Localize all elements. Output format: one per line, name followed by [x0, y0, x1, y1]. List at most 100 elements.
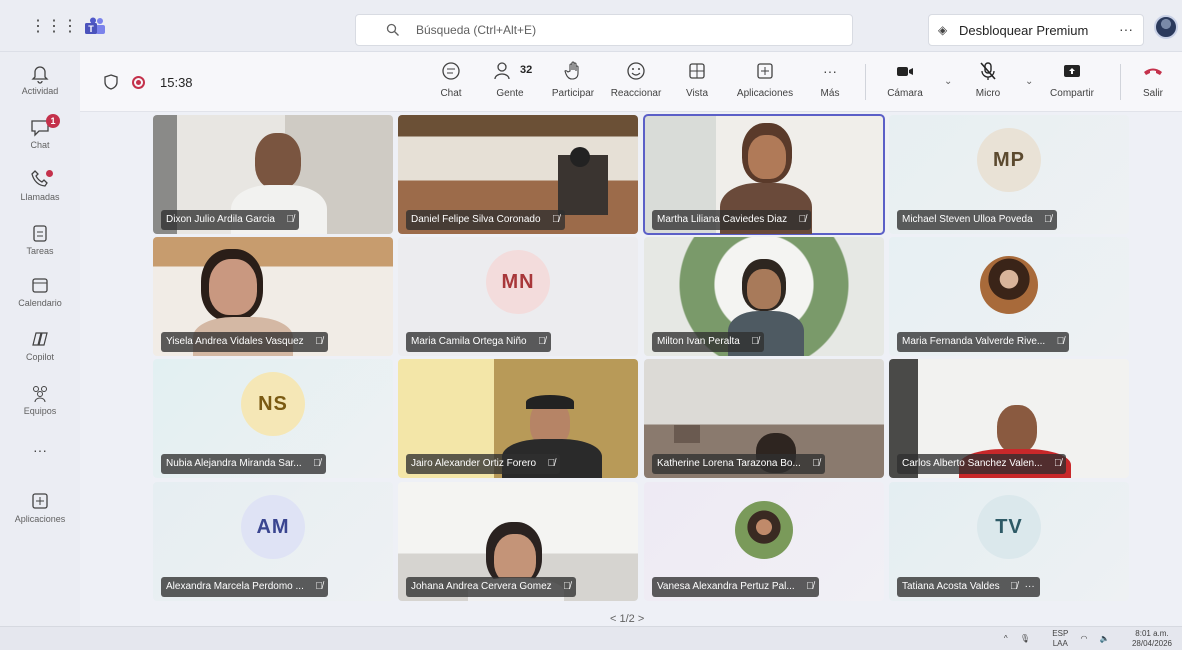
camera-label: Cámara — [887, 88, 923, 99]
mic-muted-icon: 🎙̸ — [286, 214, 294, 225]
view-label: Vista — [685, 88, 709, 99]
leave-label: Salir — [1142, 88, 1163, 99]
mic-button[interactable]: Micro — [968, 60, 1008, 106]
share-button[interactable]: Compartir — [1042, 60, 1102, 106]
video-tile[interactable]: NS Nubia Alejandra Miranda Sar... 🎙̸ — [153, 359, 393, 478]
mic-muted-icon: 🎙̸ — [538, 336, 546, 347]
mic-muted-icon — [980, 62, 996, 80]
meeting-timer: 15:38 — [160, 75, 193, 90]
video-tile-speaking[interactable]: Martha Liliana Caviedes Diaz 🎙̸ — [643, 114, 885, 235]
missed-call-dot — [46, 170, 53, 177]
wifi-icon[interactable]: ◠ — [1081, 634, 1088, 643]
react-button[interactable]: Reaccionar — [606, 60, 666, 106]
rail-item-copilot[interactable]: Copilot — [0, 324, 80, 374]
participant-name: Michael Steven Ulloa Poveda 🎙̸ — [897, 210, 1057, 230]
participant-name: Maria Camila Ortega Niño 🎙̸ — [406, 332, 551, 352]
toolbar-divider — [1120, 64, 1121, 100]
camera-options-chevron-icon[interactable]: ⌄ — [944, 76, 952, 87]
rail-item-chat[interactable]: 1 Chat — [0, 112, 80, 162]
video-tile[interactable]: Vanesa Alexandra Pertuz Pal... 🎙̸ — [644, 482, 884, 601]
mic-muted-icon: 🎙̸ — [812, 458, 820, 469]
participant-name-text: Vanesa Alexandra Pertuz Pal... — [657, 581, 795, 592]
raise-hand-button[interactable]: Participar — [546, 60, 600, 106]
teams-logo-icon[interactable]: T — [84, 17, 106, 35]
participant-name: Katherine Lorena Tarazona Bo... 🎙̸ — [652, 454, 825, 474]
mic-options-chevron-icon[interactable]: ⌄ — [1025, 76, 1033, 87]
apps-label: Aplicaciones — [736, 88, 794, 99]
participant-name: Milton Ivan Peralta 🎙̸ — [652, 332, 764, 352]
more-button[interactable]: ··· Más — [815, 60, 845, 106]
video-tile[interactable]: Dixon Julio Ardila Garcia 🎙̸ — [153, 115, 393, 234]
calendar-icon — [32, 278, 48, 293]
video-tile[interactable]: Milton Ivan Peralta 🎙̸ — [644, 237, 884, 356]
gallery-pager[interactable]: < 1/2 > — [610, 613, 644, 625]
search-placeholder: Búsqueda (Ctrl+Alt+E) — [416, 23, 537, 37]
mic-muted-icon: 🎙̸ — [806, 581, 814, 592]
rail-item-activity[interactable]: Actividad — [0, 58, 80, 108]
video-tile[interactable]: Johana Andrea Cervera Gomez 🎙̸ — [398, 482, 638, 601]
more-label: Más — [820, 88, 840, 99]
rail-item-more[interactable]: ··· — [0, 436, 80, 486]
mic-muted-icon: 🎙̸ — [315, 581, 323, 592]
video-tile[interactable]: MP Michael Steven Ulloa Poveda 🎙̸ — [889, 115, 1129, 234]
system-taskbar: ^ 🎙 ESP LAA ◠ 🔈 8:01 a.m. 28/04/2026 — [0, 626, 1182, 650]
participant-name-text: Katherine Lorena Tarazona Bo... — [657, 458, 801, 469]
participant-name-text: Michael Steven Ulloa Poveda — [902, 214, 1033, 225]
rail-item-apps[interactable]: Aplicaciones — [0, 486, 80, 536]
share-label: Compartir — [1050, 88, 1094, 99]
participant-name: Alexandra Marcela Perdomo ... 🎙̸ — [161, 577, 328, 597]
chat-button[interactable]: Chat — [436, 60, 466, 106]
bell-icon — [31, 66, 49, 84]
participant-name: Daniel Felipe Silva Coronado 🎙̸ — [406, 210, 565, 230]
people-button[interactable]: 32 Gente — [490, 60, 533, 106]
participant-initials: NS — [241, 372, 305, 437]
microphone-tray-icon[interactable]: 🎙 — [1020, 634, 1030, 643]
video-tile[interactable]: Katherine Lorena Tarazona Bo... 🎙̸ — [644, 359, 884, 478]
clock[interactable]: 8:01 a.m. 28/04/2026 — [1122, 629, 1172, 647]
meeting-toolbar: 15:38 Chat 32 Gente Participar Reacciona… — [80, 52, 1182, 112]
video-tile[interactable]: AM Alexandra Marcela Perdomo ... 🎙̸ — [153, 482, 393, 601]
participant-name-text: Maria Camila Ortega Niño — [411, 336, 527, 347]
participants-count: 32 — [520, 64, 533, 76]
volume-icon[interactable]: 🔈 — [1100, 634, 1110, 643]
leave-button[interactable]: Salir — [1138, 60, 1168, 106]
emoji-icon — [627, 62, 645, 80]
diamond-icon: ◈ — [938, 23, 948, 37]
mic-muted-icon: 🎙̸ — [563, 581, 571, 592]
rail-label: Copilot — [25, 352, 54, 362]
tray-overflow-icon[interactable]: ^ — [1004, 634, 1008, 643]
camera-button[interactable]: Cámara — [885, 60, 925, 106]
participant-name: Johana Andrea Cervera Gomez 🎙̸ — [406, 577, 576, 597]
participant-name: Maria Fernanda Valverde Rive... 🎙̸ — [897, 332, 1070, 352]
add-app-icon — [32, 493, 48, 509]
video-tile[interactable]: Carlos Alberto Sanchez Valen... 🎙̸ — [889, 359, 1129, 478]
rail-item-calls[interactable]: Llamadas — [0, 164, 80, 214]
rail-item-teams[interactable]: Equipos — [0, 378, 80, 428]
search-input[interactable]: Búsqueda (Ctrl+Alt+E) — [355, 14, 853, 46]
rail-label: Equipos — [23, 406, 57, 416]
raise-hand-label: Participar — [551, 88, 595, 99]
video-tile[interactable]: Maria Fernanda Valverde Rive... 🎙̸ — [889, 237, 1129, 356]
mic-muted-icon: 🎙̸ — [1053, 458, 1062, 469]
unread-badge: 1 — [46, 114, 60, 128]
user-avatar[interactable] — [1154, 15, 1178, 39]
view-button[interactable]: Vista — [682, 60, 712, 106]
apps-button[interactable]: Aplicaciones — [730, 60, 800, 106]
tile-more-button[interactable]: ··· — [1025, 577, 1035, 597]
rail-item-tasks[interactable]: Tareas — [0, 218, 80, 268]
language-indicator[interactable]: ESP LAA — [1042, 629, 1068, 647]
participant-name-text: Dixon Julio Ardila Garcia — [166, 214, 275, 225]
video-tile[interactable]: Yisela Andrea Vidales Vasquez 🎙̸ — [153, 237, 393, 356]
more-options-button[interactable]: ··· — [1119, 21, 1133, 37]
search-icon — [386, 23, 399, 36]
participant-name: Martha Liliana Caviedes Diaz 🎙̸ — [652, 210, 812, 230]
video-tile[interactable]: Jairo Alexander Ortiz Forero 🎙̸ — [398, 359, 638, 478]
video-tile[interactable]: Daniel Felipe Silva Coronado 🎙̸ — [398, 115, 638, 234]
camera-icon — [897, 67, 913, 76]
unlock-premium-button[interactable]: ◈ Desbloquear Premium ··· — [928, 14, 1144, 46]
app-launcher-icon[interactable]: ⋮⋮⋮ — [30, 18, 78, 36]
rail-item-calendar[interactable]: Calendario — [0, 270, 80, 320]
video-tile[interactable]: TV Tatiana Acosta Valdes 🎙̸ ··· — [889, 482, 1129, 601]
shield-icon[interactable] — [104, 74, 118, 90]
video-tile[interactable]: MN Maria Camila Ortega Niño 🎙̸ — [398, 237, 638, 356]
